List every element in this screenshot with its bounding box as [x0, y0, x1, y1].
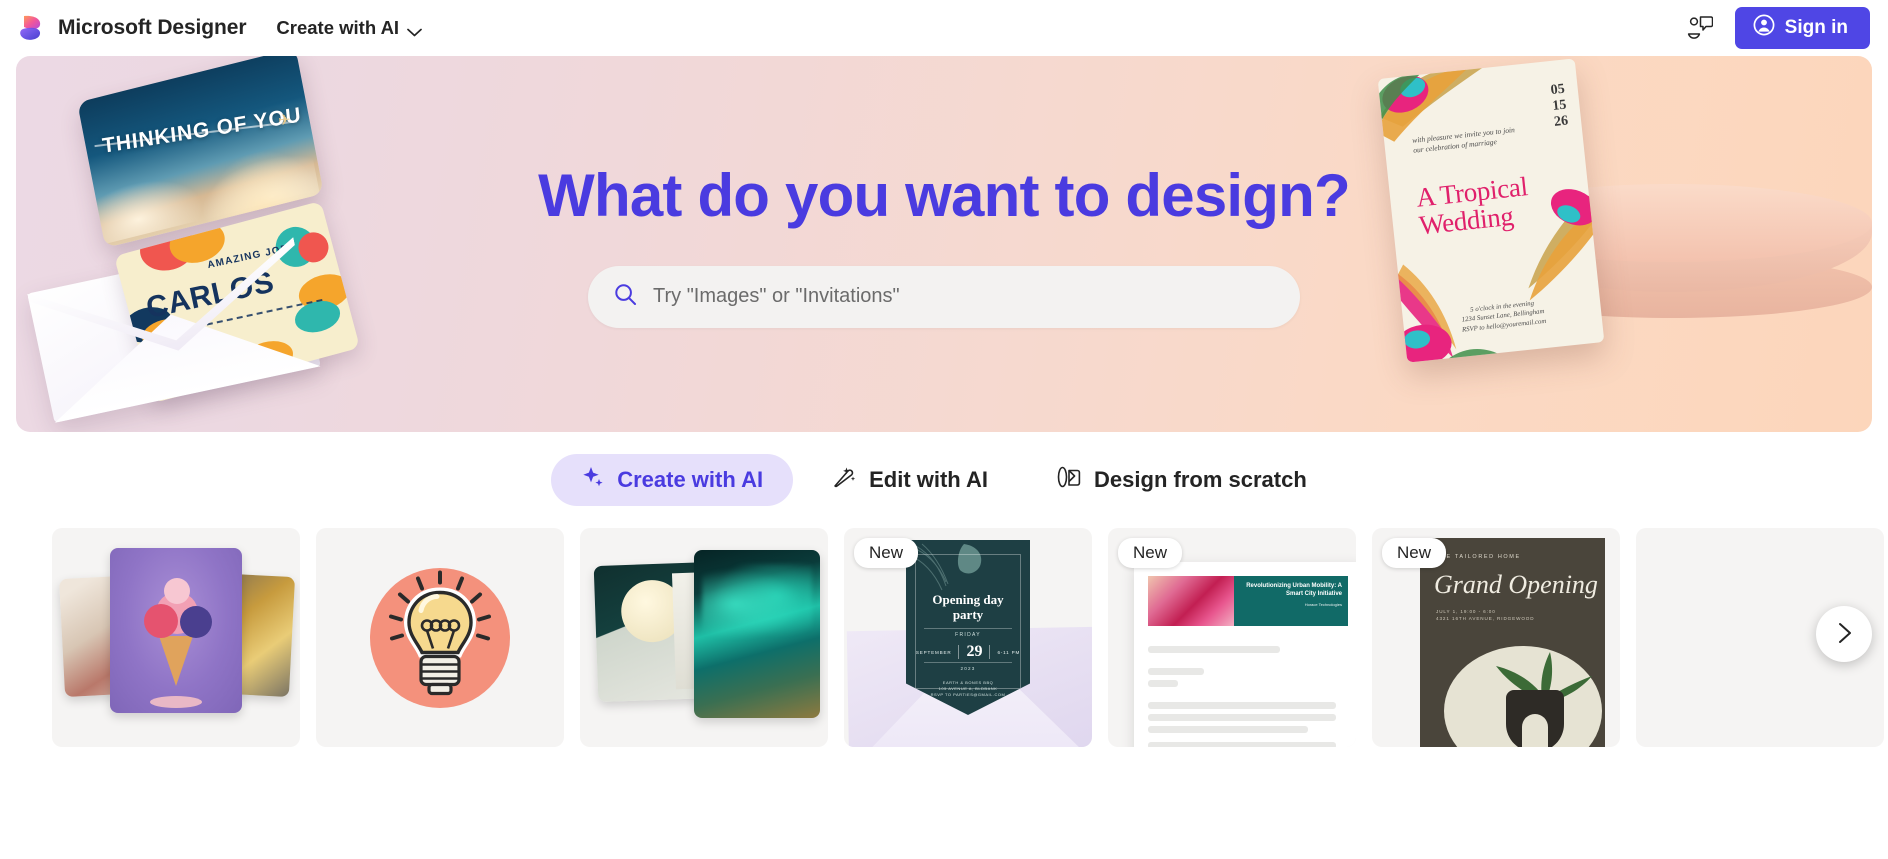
- invitation-date-row: SEPTEMBER 29 6-11 PM: [906, 643, 1030, 661]
- hero-banner: THINKING OF YOU ✈ AMAZING JOB CARLOS 05 …: [16, 56, 1872, 432]
- poster-meta: JULY 1, 19:00 - 6:00 4321 16TH AVENUE, R…: [1436, 609, 1535, 621]
- document-preview: Revolutionizing Urban Mobility: A Smart …: [1134, 562, 1356, 747]
- document-headline: Revolutionizing Urban Mobility: A Smart …: [1246, 583, 1342, 597]
- tab-design-from-scratch[interactable]: Design from scratch: [1026, 454, 1337, 506]
- status-badge: New: [1382, 538, 1447, 568]
- search-input[interactable]: [653, 285, 1274, 308]
- mode-tabs: Create with AI Edit with AI Design from …: [0, 432, 1888, 528]
- template-card-document[interactable]: New Revolutionizing Urban Mobility: A Sm…: [1108, 528, 1356, 747]
- document-byline: Horace Technologies: [1304, 602, 1342, 607]
- wallpaper-thumb-aurora: [694, 550, 820, 718]
- feedback-button[interactable]: [1681, 9, 1719, 47]
- search-icon: [614, 283, 637, 311]
- lightbulb-icon: [385, 570, 495, 705]
- magic-wand-icon: [831, 464, 857, 496]
- template-card-poster[interactable]: New THE TAILORED HOME Grand Opening JULY…: [1372, 528, 1620, 747]
- template-card-sticker[interactable]: [316, 528, 564, 747]
- chevron-down-icon: [407, 24, 422, 36]
- brand: Microsoft Designer: [16, 13, 247, 43]
- feedback-chat-icon: [1687, 15, 1713, 42]
- document-banner: Revolutionizing Urban Mobility: A Smart …: [1148, 576, 1348, 626]
- status-badge: New: [1118, 538, 1183, 568]
- invitation-title: Opening day party: [932, 592, 1004, 622]
- poster-preview: THE TAILORED HOME Grand Opening JULY 1, …: [1420, 538, 1605, 747]
- invitation-address: EARTH & BONES BBQ 105 AVENUE A, BLDBANK …: [930, 680, 1006, 697]
- create-with-ai-menu[interactable]: Create with AI: [268, 11, 428, 45]
- invitation-time: 6-11 PM: [997, 649, 1021, 655]
- collage-thumb-center: [110, 548, 242, 713]
- carousel-next-button[interactable]: [1816, 606, 1872, 662]
- app-header: Microsoft Designer Create with AI Sign i…: [0, 0, 1888, 56]
- header-actions: Sign in: [1681, 7, 1870, 49]
- invitation-weekday: FRIDAY: [955, 632, 981, 638]
- sparkle-icon: [581, 465, 605, 495]
- tab-create-with-ai[interactable]: Create with AI: [551, 454, 794, 506]
- poster-vase-shape: [1506, 690, 1564, 747]
- template-card-invitation[interactable]: New Opening day party FRIDAY SEPTEMBER 2…: [844, 528, 1092, 747]
- tab-create-with-ai-label: Create with AI: [617, 467, 764, 492]
- invitation-month: SEPTEMBER: [915, 649, 952, 655]
- document-banner-text: Revolutionizing Urban Mobility: A Smart …: [1234, 576, 1348, 626]
- invitation-day: 29: [966, 643, 983, 660]
- status-badge: New: [854, 538, 919, 568]
- chevron-right-icon: [1834, 622, 1854, 647]
- document-banner-image: [1148, 576, 1234, 626]
- tab-edit-with-ai[interactable]: Edit with AI: [801, 454, 1018, 506]
- invitation-year: 2023: [960, 666, 976, 671]
- tab-design-from-scratch-label: Design from scratch: [1094, 467, 1307, 492]
- poster-brand: THE TAILORED HOME: [1436, 554, 1521, 560]
- person-circle-icon: [1753, 14, 1775, 42]
- sign-in-button[interactable]: Sign in: [1734, 7, 1870, 49]
- sign-in-label: Sign in: [1784, 17, 1848, 38]
- template-card-wallpaper[interactable]: [580, 528, 828, 747]
- template-card-image-collage[interactable]: [52, 528, 300, 747]
- search-bar[interactable]: [588, 265, 1300, 328]
- invitation-preview: Opening day party FRIDAY SEPTEMBER 29 6-…: [906, 540, 1030, 715]
- shapes-icon: [1056, 464, 1082, 496]
- poster-title: Grand Opening: [1434, 570, 1598, 599]
- hero-content: What do you want to design?: [16, 56, 1872, 432]
- page-title: What do you want to design?: [538, 161, 1350, 229]
- designer-logo-icon: [16, 13, 46, 43]
- brand-name: Microsoft Designer: [58, 16, 247, 39]
- tab-edit-with-ai-label: Edit with AI: [869, 467, 989, 492]
- template-card-list: New Opening day party FRIDAY SEPTEMBER 2…: [52, 528, 1888, 747]
- create-with-ai-menu-label: Create with AI: [276, 17, 400, 38]
- template-carousel: New Opening day party FRIDAY SEPTEMBER 2…: [0, 528, 1888, 747]
